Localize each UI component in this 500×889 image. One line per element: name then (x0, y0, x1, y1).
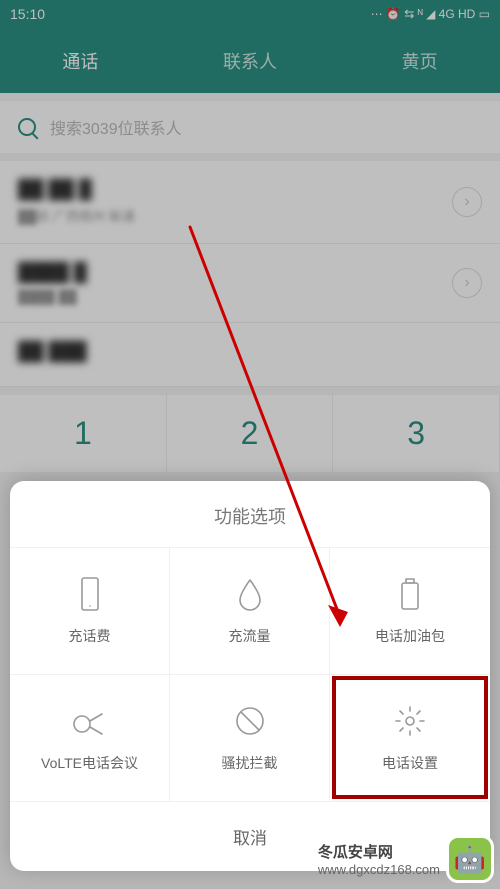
android-icon: 🤖 (446, 835, 494, 883)
sheet-item-label: VoLTE电话会议 (41, 753, 138, 773)
sheet-title: 功能选项 (10, 481, 490, 547)
watermark-title: 冬瓜安卓网 (318, 841, 440, 862)
volte-icon (72, 703, 108, 739)
sheet-item-recharge[interactable]: 充话费 (10, 547, 170, 674)
sheet-item-settings[interactable]: 电话设置 (330, 674, 490, 801)
sheet-item-booster[interactable]: 电话加油包 (330, 547, 490, 674)
drop-icon (232, 576, 268, 612)
sheet-item-label: 电话设置 (382, 753, 438, 773)
sheet-item-label: 充话费 (69, 626, 111, 646)
block-icon (232, 703, 268, 739)
sheet-item-label: 骚扰拦截 (222, 753, 278, 773)
sheet-grid: 充话费 充流量 电话加油包 VoLTE电话会议 (10, 547, 490, 801)
sheet-item-block[interactable]: 骚扰拦截 (170, 674, 330, 801)
watermark-url: www.dgxcdz168.com (318, 862, 440, 877)
gear-icon (392, 703, 428, 739)
watermark: 冬瓜安卓网 www.dgxcdz168.com 🤖 (318, 835, 494, 883)
sheet-item-label: 充流量 (229, 626, 271, 646)
phone-card-icon (72, 576, 108, 612)
sheet-item-data[interactable]: 充流量 (170, 547, 330, 674)
sheet-item-label: 电话加油包 (375, 626, 445, 646)
battery-icon (392, 576, 428, 612)
action-sheet: 功能选项 充话费 充流量 电话加油包 VoLTE电话 (10, 481, 490, 871)
sheet-item-volte[interactable]: VoLTE电话会议 (10, 674, 170, 801)
